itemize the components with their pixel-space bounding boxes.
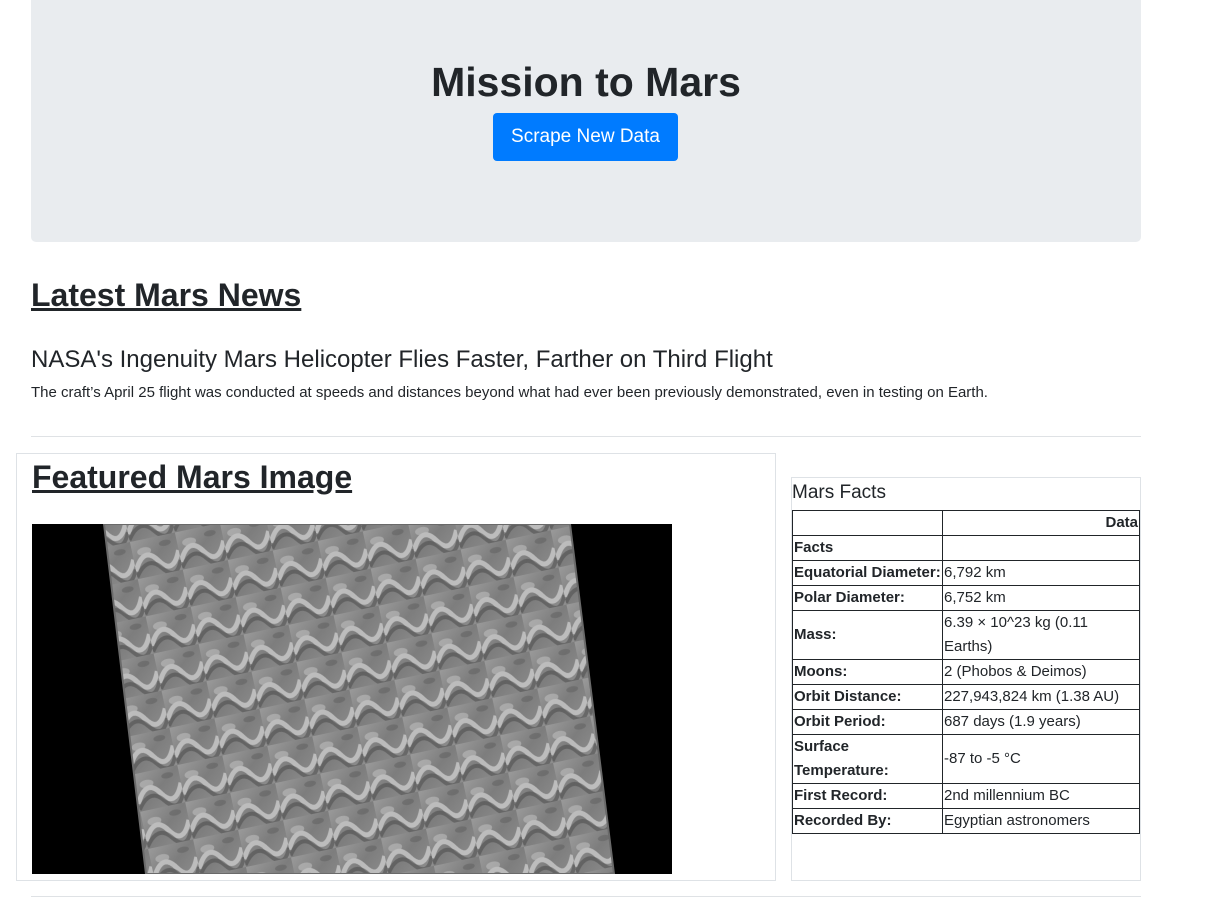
fact-value: -87 to -5 °C xyxy=(942,734,1140,784)
fact-value: 6,792 km xyxy=(942,560,1140,586)
fact-label: Equatorial Diameter: xyxy=(792,560,943,586)
mars-facts-card: Mars Facts Data Facts Equatorial Diamete… xyxy=(791,477,1141,881)
news-title: NASA's Ingenuity Mars Helicopter Flies F… xyxy=(31,346,773,373)
table-row: Surface Temperature: -87 to -5 °C xyxy=(792,734,1140,784)
news-paragraph: The craft’s April 25 flight was conducte… xyxy=(31,384,988,401)
table-row: Orbit Distance: 227,943,824 km (1.38 AU) xyxy=(792,684,1140,710)
fact-value: 687 days (1.9 years) xyxy=(942,709,1140,735)
mars-facts-table: Data Facts Equatorial Diameter: 6,792 km… xyxy=(792,510,1140,834)
fact-value: 227,943,824 km (1.38 AU) xyxy=(942,684,1140,710)
fact-label: Moons: xyxy=(792,659,943,685)
facts-caption: Mars Facts xyxy=(792,482,886,503)
table-row: Recorded By: Egyptian astronomers xyxy=(792,808,1140,834)
fact-value: 6,752 km xyxy=(942,585,1140,611)
jumbotron: Mission to Mars Scrape New Data xyxy=(31,0,1141,242)
divider xyxy=(31,436,1141,437)
divider xyxy=(31,896,1141,897)
fact-value: Egyptian astronomers xyxy=(942,808,1140,834)
page-title: Mission to Mars xyxy=(431,59,741,105)
table-row: Equatorial Diameter: 6,792 km xyxy=(792,560,1140,586)
table-header-row: Data xyxy=(792,510,1140,536)
fact-label: Polar Diameter: xyxy=(792,585,943,611)
latest-news-heading: Latest Mars News xyxy=(31,277,302,313)
index-empty-cell xyxy=(942,535,1140,561)
table-row: Polar Diameter: 6,752 km xyxy=(792,585,1140,611)
table-row: First Record: 2nd millennium BC xyxy=(792,783,1140,809)
featured-image-card: Featured Mars Image xyxy=(16,453,776,881)
table-row: Moons: 2 (Phobos & Deimos) xyxy=(792,659,1140,685)
fact-value: 6.39 × 10^23 kg (0.11 Earths) xyxy=(942,610,1140,660)
fact-label: First Record: xyxy=(792,783,943,809)
table-row: Mass: 6.39 × 10^23 kg (0.11 Earths) xyxy=(792,610,1140,660)
header-empty-cell xyxy=(792,510,943,536)
fact-label: Recorded By: xyxy=(792,808,943,834)
fact-label: Mass: xyxy=(792,610,943,660)
index-label-cell: Facts xyxy=(792,535,943,561)
fact-label: Orbit Period: xyxy=(792,709,943,735)
featured-mars-image[interactable] xyxy=(32,524,672,874)
table-row: Orbit Period: 687 days (1.9 years) xyxy=(792,709,1140,735)
scrape-new-data-button[interactable]: Scrape New Data xyxy=(493,113,678,161)
featured-image-heading: Featured Mars Image xyxy=(32,459,353,495)
table-index-row: Facts xyxy=(792,535,1140,561)
fact-value: 2 (Phobos & Deimos) xyxy=(942,659,1140,685)
header-data-cell: Data xyxy=(942,510,1140,536)
fact-label: Surface Temperature: xyxy=(792,734,943,784)
fact-value: 2nd millennium BC xyxy=(942,783,1140,809)
fact-label: Orbit Distance: xyxy=(792,684,943,710)
